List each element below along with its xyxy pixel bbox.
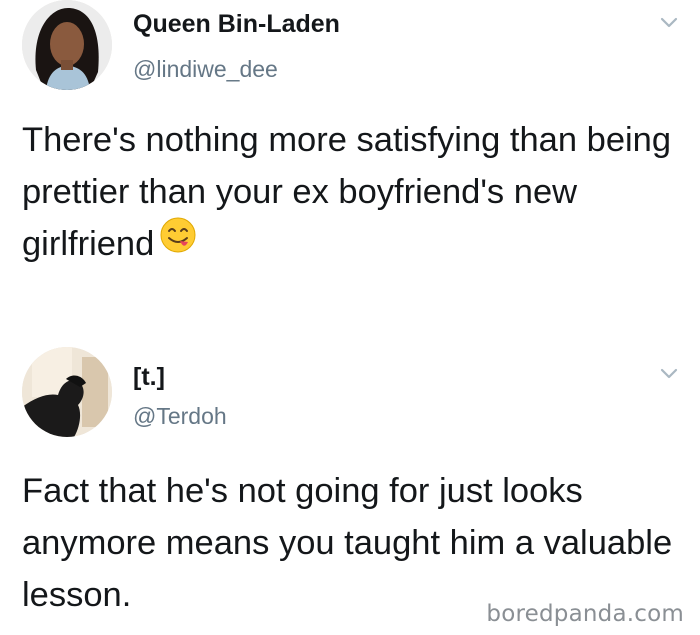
tweet-text-content: There's nothing more satisfying than bei… bbox=[22, 121, 672, 263]
tweet-card: Queen Bin-Laden @lindiwe_dee There's not… bbox=[0, 0, 700, 330]
display-name[interactable]: [t.] bbox=[133, 363, 165, 392]
chevron-down-icon[interactable] bbox=[658, 363, 680, 385]
avatar[interactable] bbox=[22, 0, 112, 90]
watermark: boredpanda.com bbox=[486, 601, 684, 627]
tweet-text: Fact that he's not going for just looks … bbox=[22, 472, 673, 614]
chevron-down-icon[interactable] bbox=[658, 12, 680, 34]
user-handle[interactable]: @Terdoh bbox=[133, 403, 227, 430]
tweet-text: There's nothing more satisfying than bei… bbox=[22, 114, 682, 270]
avatar[interactable] bbox=[22, 347, 112, 437]
face-savoring-food-emoji bbox=[160, 216, 196, 268]
display-name[interactable]: Queen Bin-Laden bbox=[133, 10, 340, 39]
user-handle[interactable]: @lindiwe_dee bbox=[133, 56, 278, 83]
tweet-card: [t.] @Terdoh Fact that he's not going fo… bbox=[0, 345, 700, 635]
